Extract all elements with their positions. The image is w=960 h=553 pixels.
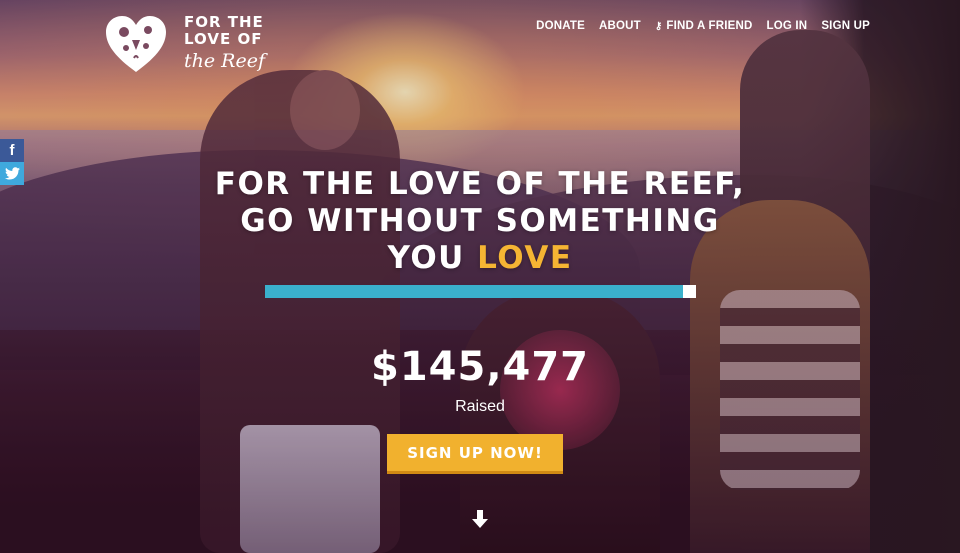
amount-raised: $145,477	[370, 344, 590, 390]
scroll-down-icon[interactable]	[470, 510, 490, 530]
nav-sign-up[interactable]: SIGN UP	[821, 20, 870, 32]
nav-about[interactable]: ABOUT	[599, 20, 641, 32]
nav-find-a-friend[interactable]: ⚷ FIND A FRIEND	[655, 20, 753, 32]
hero-headline: FOR THE LOVE OF THE REEF, GO WITHOUT SOM…	[0, 166, 960, 277]
key-icon: ⚷	[654, 20, 663, 32]
headline-line-1: FOR THE LOVE OF THE REEF,	[214, 166, 746, 202]
nav-donate[interactable]: DONATE	[536, 20, 585, 32]
site-logo[interactable]: FOR THE LOVE OF the Reef	[104, 12, 274, 84]
logo-script: the Reef	[184, 50, 265, 72]
fundraising-progress-bar	[265, 285, 696, 298]
reef-heart-icon	[106, 16, 166, 72]
nav-find-a-friend-label: FIND A FRIEND	[666, 20, 753, 32]
raised-label: Raised	[455, 398, 505, 415]
main-nav: DONATE ABOUT ⚷ FIND A FRIEND LOG IN SIGN…	[536, 20, 870, 32]
progress-fill	[265, 285, 684, 298]
headline-love: LOVE	[477, 240, 573, 276]
logo-line-1: FOR THE	[184, 13, 264, 31]
logo-line-2: LOVE OF	[184, 30, 263, 48]
nav-log-in[interactable]: LOG IN	[767, 20, 808, 32]
headline-line-2: GO WITHOUT SOMETHING	[240, 203, 720, 239]
headline-line-3: YOU LOVE	[0, 240, 960, 277]
headline-you: YOU	[387, 240, 465, 276]
sign-up-now-button[interactable]: SIGN UP NOW!	[387, 434, 563, 474]
facebook-icon[interactable]: f	[0, 139, 24, 162]
logo-wordmark: FOR THE LOVE OF	[184, 14, 264, 48]
